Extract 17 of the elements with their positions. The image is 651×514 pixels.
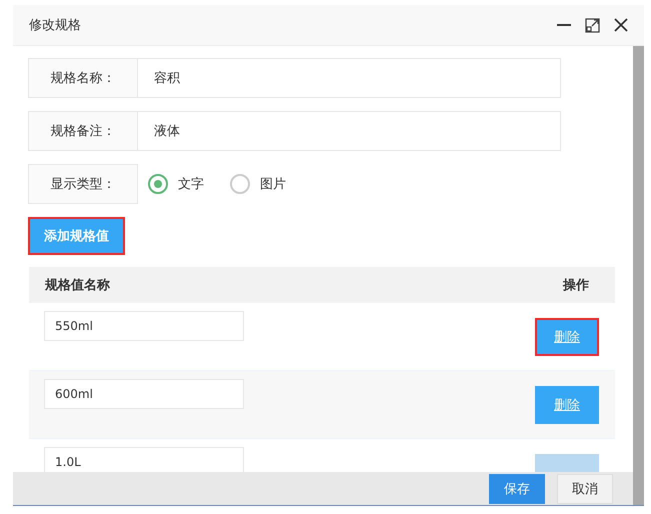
- input-field[interactable]: 1.0L: [44, 447, 244, 472]
- column-header: 规格值名称: [45, 277, 110, 294]
- radio-option[interactable]: 图片: [230, 174, 286, 194]
- radio-option[interactable]: 文字: [148, 174, 204, 194]
- scrollbar[interactable]: [633, 46, 644, 505]
- field-label: 规格备注：: [28, 111, 138, 151]
- maximize-icon[interactable]: [585, 18, 600, 32]
- cancel-button[interactable]: 取消: [557, 474, 613, 504]
- close-icon[interactable]: [614, 18, 628, 32]
- field-label: 规格名称：: [28, 58, 138, 98]
- field-label: 显示类型：: [28, 164, 138, 204]
- input-field[interactable]: 液体: [138, 111, 561, 151]
- input-field[interactable]: 550ml: [44, 311, 244, 341]
- window-title: 修改规格: [29, 17, 81, 34]
- input-field[interactable]: 600ml: [44, 379, 244, 409]
- input-field[interactable]: 容积: [138, 58, 561, 98]
- column-header: 操作: [563, 277, 589, 294]
